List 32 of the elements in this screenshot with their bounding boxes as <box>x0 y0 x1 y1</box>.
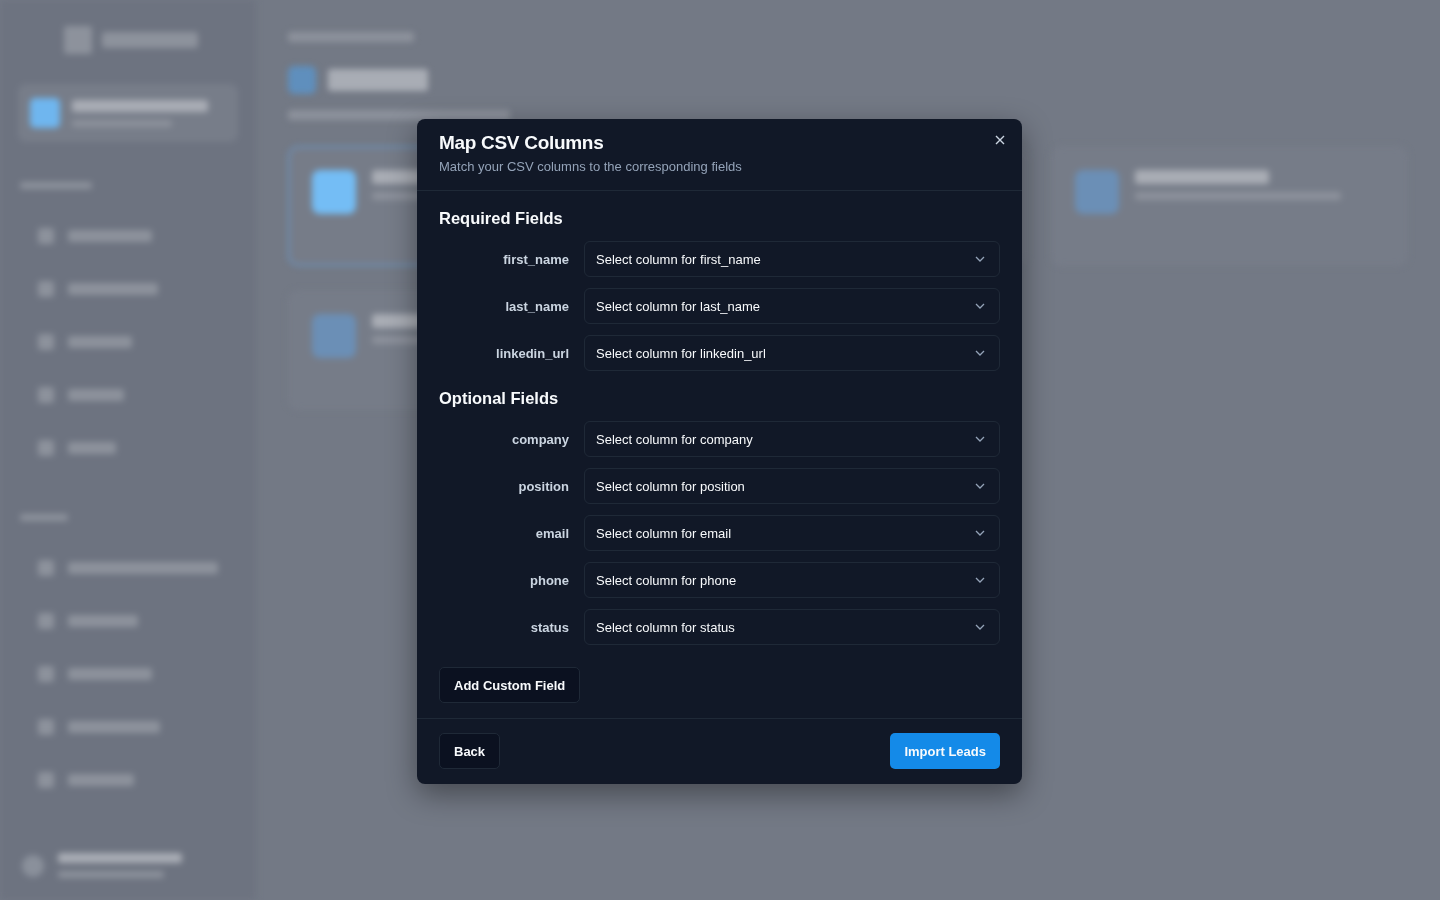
chevron-down-icon <box>975 303 985 309</box>
chevron-down-icon <box>975 483 985 489</box>
field-label: phone <box>529 572 569 588</box>
chevron-down-icon <box>975 436 985 442</box>
dialog-subtitle: Match your CSV columns to the corresponding fields <box>439 159 743 174</box>
back-button[interactable]: Back <box>439 733 501 769</box>
chevron-down-icon <box>975 256 985 262</box>
column-select[interactable]: Select column for status <box>584 609 1000 645</box>
field-label: last_name <box>504 298 569 314</box>
column-select[interactable]: Select column for email <box>584 515 1000 551</box>
field-label: status <box>529 619 569 635</box>
column-select[interactable]: Select column for last_name <box>584 288 1000 324</box>
column-select[interactable]: Select column for phone <box>584 562 1000 598</box>
chevron-down-icon <box>975 577 985 583</box>
dialog-title: Map CSV Columns <box>439 132 605 154</box>
close-icon <box>994 134 1006 146</box>
field-label: linkedin_url <box>495 345 569 361</box>
field-label: first_name <box>502 251 569 267</box>
add-custom-field-button[interactable]: Add Custom Field <box>439 667 581 703</box>
chevron-down-icon <box>975 350 985 356</box>
column-select[interactable]: Select column for position <box>584 468 1000 504</box>
chevron-down-icon <box>975 624 985 630</box>
column-select[interactable]: Select column for company <box>584 421 1000 457</box>
column-select[interactable]: Select column for linkedin_url <box>584 335 1000 371</box>
section-title: Optional Fields <box>439 389 560 408</box>
chevron-down-icon <box>975 530 985 536</box>
field-label: position <box>517 478 569 494</box>
section-title: Required Fields <box>439 209 564 228</box>
field-label: company <box>510 431 569 447</box>
column-select[interactable]: Select column for first_name <box>584 241 1000 277</box>
field-label: email <box>534 525 569 541</box>
close-button[interactable] <box>993 133 1007 147</box>
